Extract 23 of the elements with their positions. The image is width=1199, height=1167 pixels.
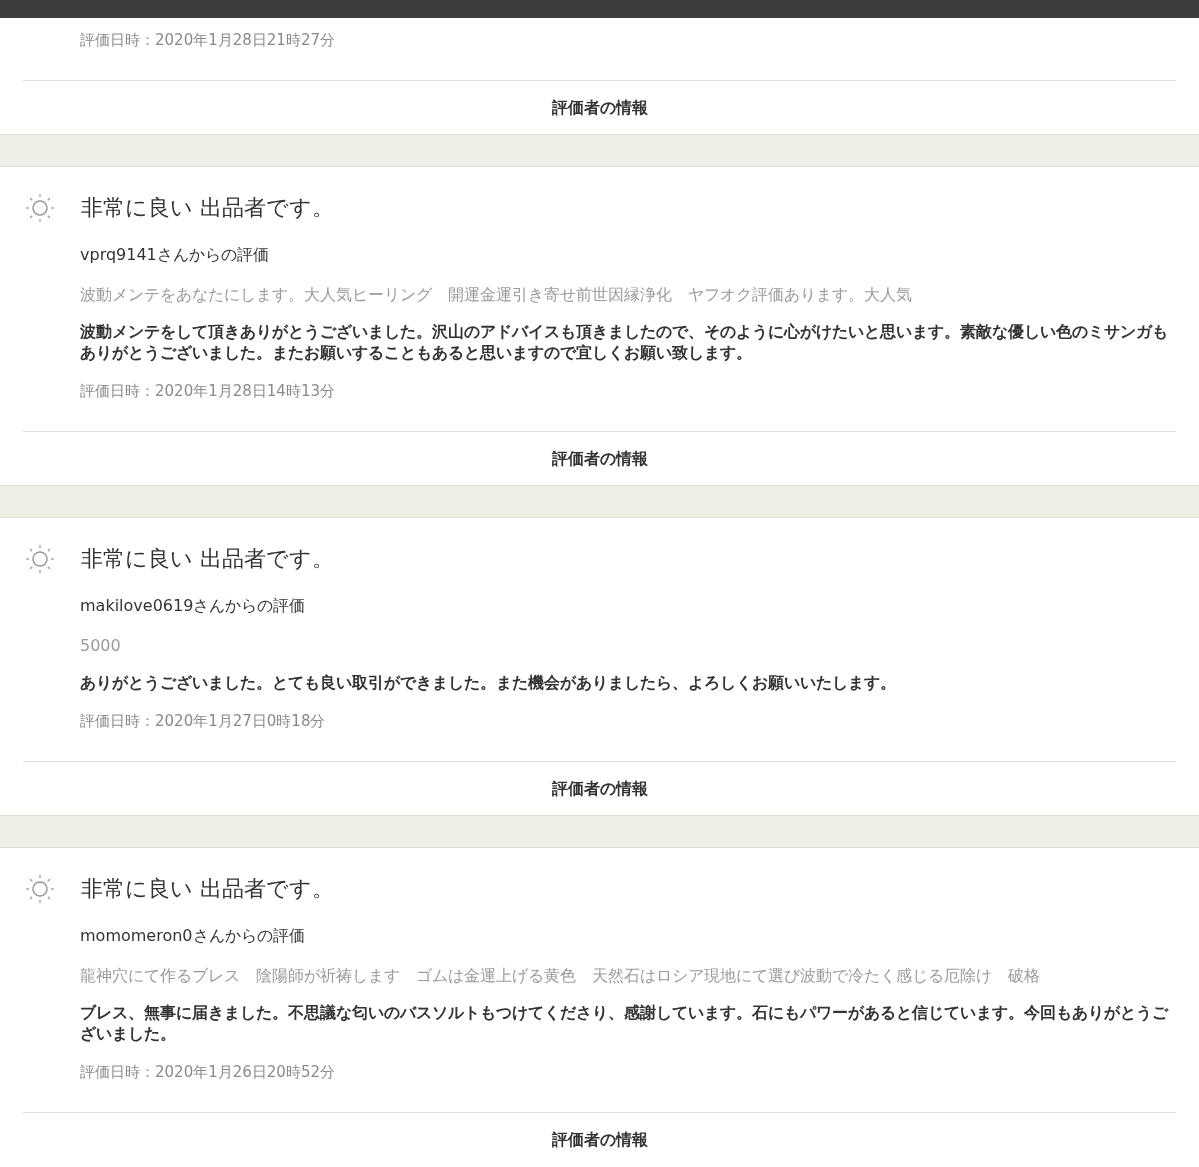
reviewer-info-link[interactable]: 評価者の情報 (551, 98, 648, 118)
review-date: 評価日時：2020年1月28日14時13分 (80, 381, 336, 401)
reviewer-name: vprq9141さんからの評価 (80, 245, 270, 265)
reviewer-info-link[interactable]: 評価者の情報 (551, 779, 648, 799)
rating-title: 非常に良い 出品者です。 (81, 194, 334, 222)
item-title: 波動メンテをあなたにします。大人気ヒーリング 開運金運引き寄せ前世因縁浄化 ヤフオク評価あります。大人気 (80, 285, 913, 305)
reviewer-info-link[interactable]: 評価者の情報 (551, 1130, 648, 1150)
review-comment: ブレス、無事に届きました。不思議な匂いのバスソルトもつけてくださり、感謝しています。石にもパワーがあると信じています。今回もありがとうございました。 (80, 1002, 1170, 1044)
review-date: 評価日時：2020年1月27日0時18分 (80, 711, 327, 731)
rating-title: 非常に良い 出品者です。 (81, 875, 334, 903)
review-comment: 波動メンテをして頂きありがとうございました。沢山のアドバイスも頂きましたので、そのように心がけたいと思います。素敵な優しい色のミサンガもありがとうございました。またお願いすることもあると思いますので宜しくお願い致します。 (80, 321, 1169, 363)
sun-icon (23, 542, 57, 576)
item-title: 5000 (80, 636, 122, 656)
review-comment: ありがとうございました。とても良い取引ができました。また機会がありましたら、よろしくお願いいたします。 (80, 672, 897, 693)
sun-icon (23, 872, 57, 906)
item-title: 龍神穴にて作るブレス 陰陽師が祈祷します ゴムは金運上げる黄色 天然石はロシア現地にて選び波動で冷たく感じる厄除け 破格 (80, 966, 1041, 986)
sun-icon (23, 191, 57, 225)
reviewer-name: makilove0619さんからの評価 (80, 596, 307, 616)
reviewer-info-link[interactable]: 評価者の情報 (551, 449, 648, 469)
rating-title: 非常に良い 出品者です。 (81, 545, 334, 573)
review-date: 評価日時：2020年1月26日20時52分 (80, 1062, 336, 1082)
review-date: 評価日時：2020年1月28日21時27分 (80, 30, 336, 50)
reviewer-name: momomeron0さんからの評価 (80, 926, 306, 946)
